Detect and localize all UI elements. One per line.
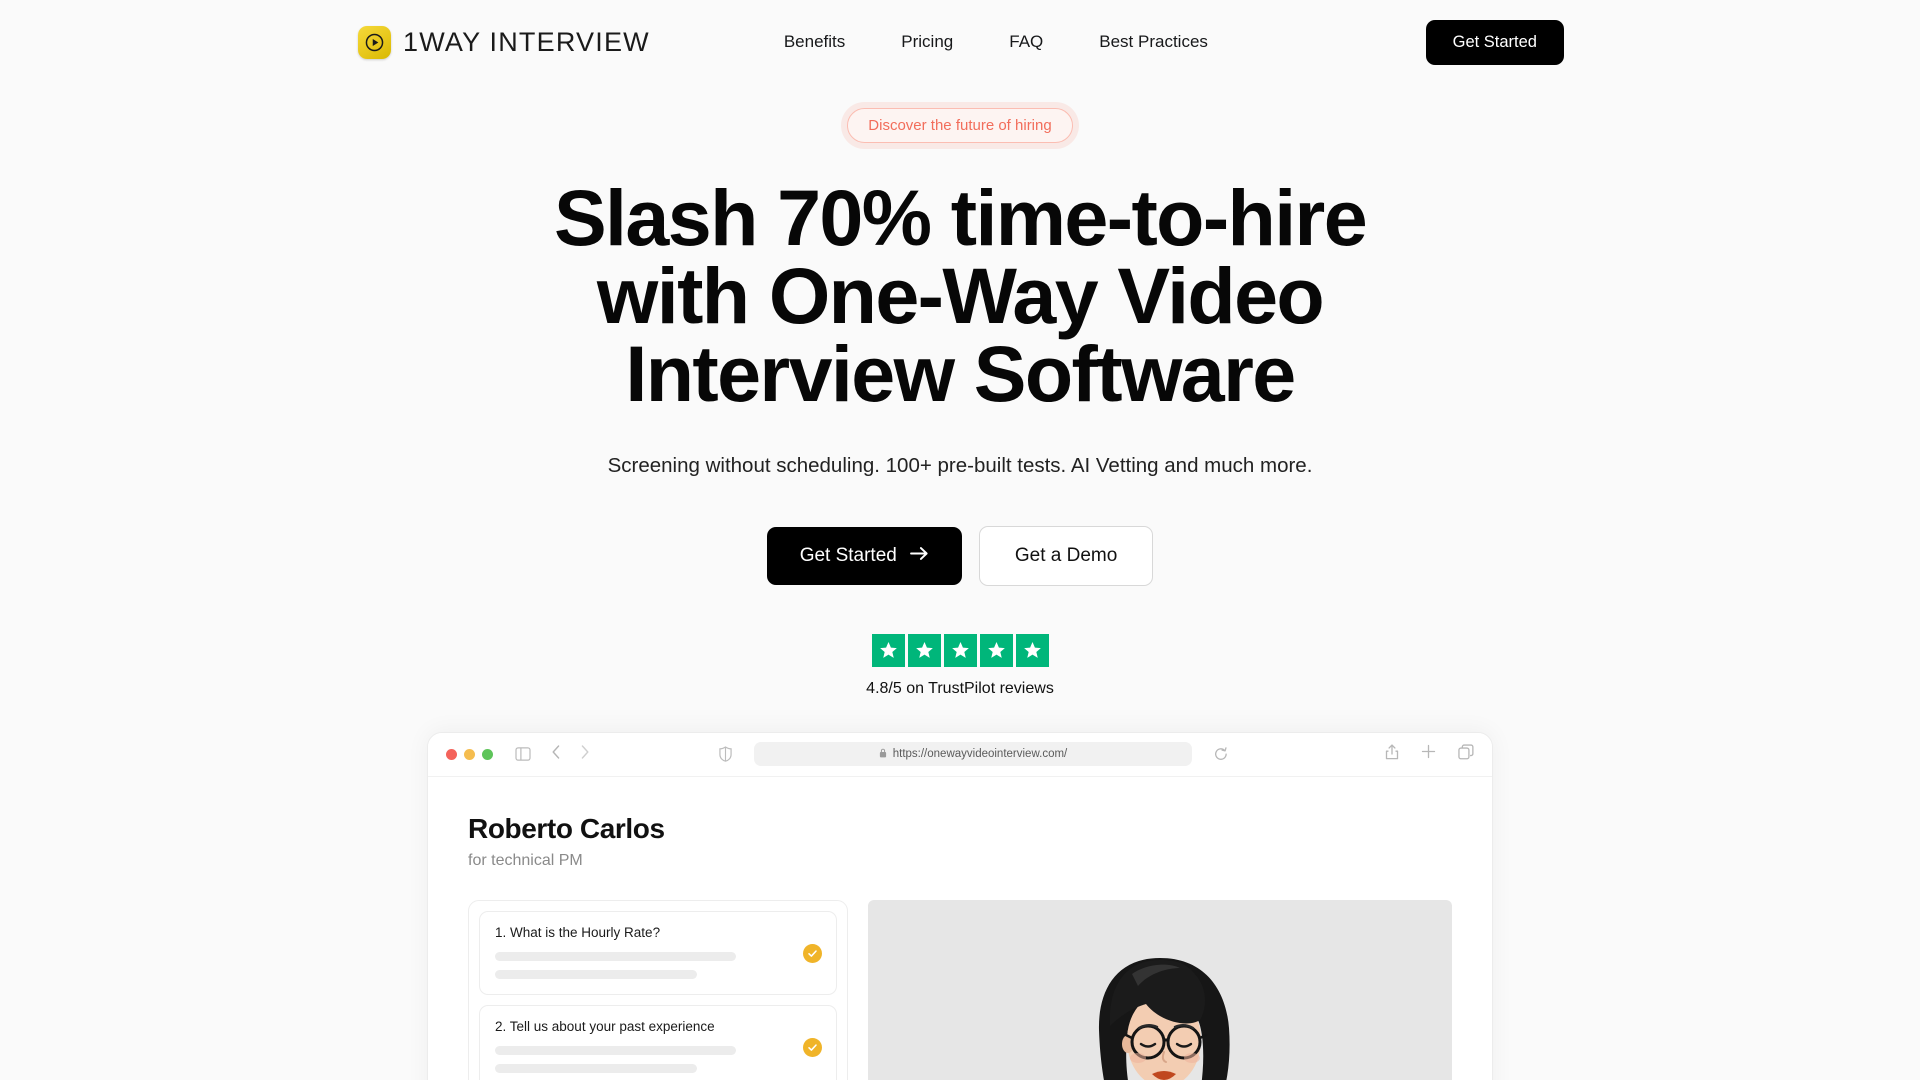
answer-skeleton-line	[495, 951, 737, 961]
star-icon	[979, 633, 1013, 667]
hero-badge: Discover the future of hiring	[847, 108, 1073, 143]
maximize-window-icon[interactable]	[482, 748, 493, 760]
browser-chrome: https://onewayvideointerview.com/	[428, 732, 1492, 777]
nav-item-best-practices[interactable]: Best Practices	[1099, 32, 1208, 52]
nav-item-benefits[interactable]: Benefits	[784, 32, 845, 52]
shield-icon[interactable]	[719, 746, 732, 762]
question-text: 1. What is the Hourly Rate?	[495, 924, 661, 940]
question-text: 2. Tell us about your past experience	[495, 1018, 715, 1034]
plus-icon[interactable]	[1421, 744, 1436, 764]
badge-wrapper: Discover the future of hiring	[0, 108, 1920, 143]
star-icon	[907, 633, 941, 667]
nav-item-pricing[interactable]: Pricing	[901, 32, 953, 52]
hero-cta-row: Get Started Get a Demo	[0, 525, 1920, 586]
question-card[interactable]: 1. What is the Hourly Rate?	[479, 910, 837, 995]
reload-icon[interactable]	[1214, 746, 1228, 762]
page-title: Slash 70% time-to-hire with One-Way Vide…	[553, 173, 1368, 419]
lock-icon	[879, 748, 887, 761]
app-viewport: Roberto Carlos for technical PM 1. What …	[428, 776, 1492, 1080]
tabs-icon[interactable]	[1458, 743, 1474, 765]
hero-subtitle: Screening without scheduling. 100+ pre-b…	[607, 453, 1313, 477]
candidate-role: for technical PM	[468, 851, 583, 869]
play-circle-icon	[358, 25, 391, 59]
question-list: 1. What is the Hourly Rate? 2. Tell us a…	[468, 899, 848, 1080]
browser-mockup: https://onewayvideointerview.com/ Robert…	[427, 731, 1493, 1080]
nav-item-faq[interactable]: FAQ	[1009, 32, 1043, 52]
logo-text: 1WAY INTERVIEW	[403, 26, 650, 57]
trustpilot-rating: 4.8/5 on TrustPilot reviews	[0, 633, 1920, 698]
check-circle-icon	[803, 943, 822, 963]
hero-get-started-label: Get Started	[799, 544, 897, 566]
chevron-left-icon[interactable]	[552, 744, 560, 764]
logo[interactable]: 1WAY INTERVIEW	[358, 25, 650, 59]
share-icon[interactable]	[1385, 744, 1399, 765]
hero-get-demo-button[interactable]: Get a Demo	[978, 525, 1154, 586]
star-icon	[1015, 633, 1049, 667]
trustpilot-text: 4.8/5 on TrustPilot reviews	[866, 679, 1054, 697]
candidate-name: Roberto Carlos	[468, 812, 665, 844]
answer-skeleton-line	[495, 1045, 737, 1055]
main-nav: Benefits Pricing FAQ Best Practices	[784, 32, 1208, 52]
sidebar-toggle-icon[interactable]	[515, 747, 531, 761]
browser-nav-arrows	[552, 744, 589, 764]
hero-section: Discover the future of hiring Slash 70% …	[0, 84, 1920, 698]
arrow-right-icon	[909, 545, 929, 567]
check-circle-icon	[803, 1037, 822, 1057]
url-bar[interactable]: https://onewayvideointerview.com/	[754, 742, 1192, 767]
minimize-window-icon[interactable]	[464, 748, 475, 760]
window-traffic-lights	[446, 748, 493, 760]
chevron-right-icon[interactable]	[581, 744, 589, 764]
trustpilot-stars	[0, 633, 1920, 667]
candidate-illustration	[1098, 957, 1230, 1080]
close-window-icon[interactable]	[446, 748, 457, 760]
question-card[interactable]: 2. Tell us about your past experience	[479, 1004, 837, 1080]
site-header: 1WAY INTERVIEW Benefits Pricing FAQ Best…	[0, 0, 1920, 84]
candidate-video-panel[interactable]	[868, 899, 1452, 1080]
browser-right-actions	[1385, 743, 1474, 765]
star-icon	[871, 633, 905, 667]
interview-panels: 1. What is the Hourly Rate? 2. Tell us a…	[468, 899, 1452, 1080]
url-text: https://onewayvideointerview.com/	[892, 748, 1068, 761]
hero-get-started-button[interactable]: Get Started	[766, 526, 962, 585]
answer-skeleton-line	[495, 969, 698, 979]
answer-skeleton-line	[495, 1063, 698, 1073]
star-icon	[943, 633, 977, 667]
header-get-started-button[interactable]: Get Started	[1425, 19, 1564, 65]
